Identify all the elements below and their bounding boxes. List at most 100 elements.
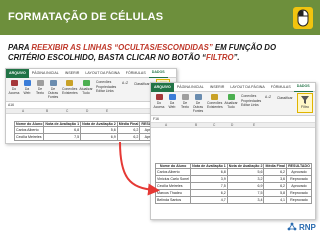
name-box[interactable]: A16 [8,103,14,107]
existing-connections-button[interactable]: Conexões Existentes [62,80,78,95]
header-cell[interactable]: Nota de Avaliação 1 [190,163,228,169]
header-cell[interactable]: Nota de Avaliação 2 [80,121,118,127]
access-icon [155,94,163,100]
web-icon [23,80,31,86]
from-web-button[interactable]: Da Web [21,80,33,95]
column-header[interactable]: E [253,123,255,128]
header-cell[interactable]: Nome do Aluno [154,163,192,169]
instruction-highlight-filter: FILTRO [205,52,234,62]
cell[interactable]: Aprovado [286,168,312,176]
other-sources-button[interactable]: De Outras Fontes [192,94,204,113]
tab-formulas[interactable]: FÓRMULAS [268,83,294,92]
cell[interactable]: Reprovado [286,175,312,183]
text-icon [36,80,44,86]
cell[interactable]: 7,5 [43,133,82,141]
table-row: Cecília Meireles 7,5 6,9 6,2 Aprovado [154,182,312,190]
data-table-after: Nome do Aluno Nota de Avaliação 1 Nota d… [154,163,312,204]
column-header[interactable]: B [195,123,197,128]
cell[interactable]: 6,2 [263,168,288,176]
cell[interactable]: 6,2 [263,182,288,190]
cell[interactable]: 6,2 [116,133,141,141]
cell[interactable]: Marcos Thadeu [154,189,192,197]
cell[interactable]: Belinda Santos [154,196,192,204]
column-header[interactable]: D [231,123,233,128]
from-access-button[interactable]: Do Access [153,94,165,109]
from-web-button[interactable]: Da Web [166,94,178,109]
filter-label: Filtro [301,105,309,109]
tab-pagina-inicial[interactable]: PÁGINA INICIAL [174,83,207,92]
tab-arquivo[interactable]: ARQUIVO [6,69,29,78]
from-access-button[interactable]: Do Access [8,80,20,95]
mouse-icon-box [293,7,313,29]
cell[interactable]: Cecília Meireles [154,182,192,190]
cell[interactable]: Reprovado [286,189,312,197]
header-cell[interactable]: RESULTADO [286,163,312,169]
ribbon-tabs: ARQUIVO PÁGINA INICIAL INSERIR LAYOUT DA… [6,69,176,78]
cell[interactable]: 3,9 [190,175,228,183]
existing-connections-button[interactable]: Conexões Existentes [207,94,223,109]
page-title: FORMATAÇÃO DE CÉLULAS [8,11,164,23]
cell[interactable]: Aprovado [286,182,312,190]
sort-az-icon[interactable]: A↓Z [122,81,128,85]
from-text-button[interactable]: De Texto [34,80,46,95]
cell[interactable]: 3,2 [226,175,265,183]
cell[interactable]: Reprovado [286,196,312,204]
header-cell[interactable]: Média Final [116,121,141,127]
other-sources-button[interactable]: De Outras Fontes [47,80,59,99]
tab-inserir[interactable]: INSERIR [207,83,228,92]
cell[interactable]: Carlos Alberto [154,168,192,176]
cell[interactable]: 6,9 [80,133,118,141]
cell[interactable]: 6,2 [116,126,141,134]
sort-button[interactable]: Classificar [134,82,150,86]
refresh-all-button[interactable]: Atualizar Tudo [224,94,238,109]
cell[interactable]: 7,5 [226,189,265,197]
cell[interactable]: 6,8 [43,126,82,134]
tab-arquivo[interactable]: ARQUIVO [151,83,174,92]
tab-layout[interactable]: LAYOUT DA PÁGINA [227,83,267,92]
cell[interactable]: 3,4 [226,196,265,204]
cell[interactable]: 5,6 [226,168,265,176]
cell[interactable]: 3,6 [263,175,288,183]
cell[interactable]: 7,5 [190,182,228,190]
column-header[interactable]: A [165,123,167,128]
edit-links-link[interactable]: Editar Links [241,103,261,108]
tab-dados[interactable]: DADOS [293,83,313,92]
ribbon-button-label: De Outras Fontes [192,101,204,113]
cell[interactable]: Vinicius Carlo Sonel [154,175,192,183]
header-cell[interactable]: Nota de Avaliação 1 [43,121,82,127]
header-cell[interactable]: Nota de Avaliação 2 [226,163,265,169]
tab-pagina-inicial[interactable]: PÁGINA INICIAL [29,69,62,78]
cell[interactable]: Carlos Alberto [13,126,45,134]
column-header[interactable]: E [106,109,108,114]
header-cell[interactable]: Média Final [263,163,288,169]
column-header[interactable]: A [22,109,24,114]
column-header[interactable]: D [86,109,88,114]
from-text-button[interactable]: De Texto [179,94,191,109]
cell[interactable]: 4,7 [190,196,228,204]
cell[interactable]: Cecília Meireles [13,133,45,141]
header-cell[interactable]: Nome do Aluno [13,121,45,127]
cell[interactable]: 5,6 [80,126,118,134]
ribbon-button-label: Da Web [168,101,176,109]
column-header[interactable]: C [66,109,68,114]
column-header[interactable]: C [213,123,215,128]
cell[interactable]: 6,2 [190,189,228,197]
sort-az-icon[interactable]: A↓Z [265,95,271,99]
edit-links-link[interactable]: Editar Links [96,89,116,94]
formula-bar[interactable]: F16 [151,116,315,123]
instruction-highlight: REEXIBIR AS LINHAS “OCULTAS/ESCONDIDAS” [31,43,213,52]
cell[interactable]: 6,9 [226,182,265,190]
tab-dados[interactable]: DADOS [148,69,168,78]
refresh-all-button[interactable]: Atualizar Tudo [79,80,93,95]
tab-formulas[interactable]: FÓRMULAS [123,69,149,78]
column-header[interactable]: B [46,109,48,114]
connections-group: Conexões Propriedades Editar Links [96,80,116,94]
sort-button[interactable]: Classificar [277,96,293,100]
tab-inserir[interactable]: INSERIR [62,69,83,78]
name-box[interactable]: F16 [153,117,159,121]
tab-layout[interactable]: LAYOUT DA PÁGINA [82,69,122,78]
filter-button[interactable]: Filtro [297,93,313,113]
cell[interactable]: 6,8 [190,168,228,176]
cell[interactable]: 4,1 [263,196,288,204]
cell[interactable]: 5,8 [263,189,288,197]
